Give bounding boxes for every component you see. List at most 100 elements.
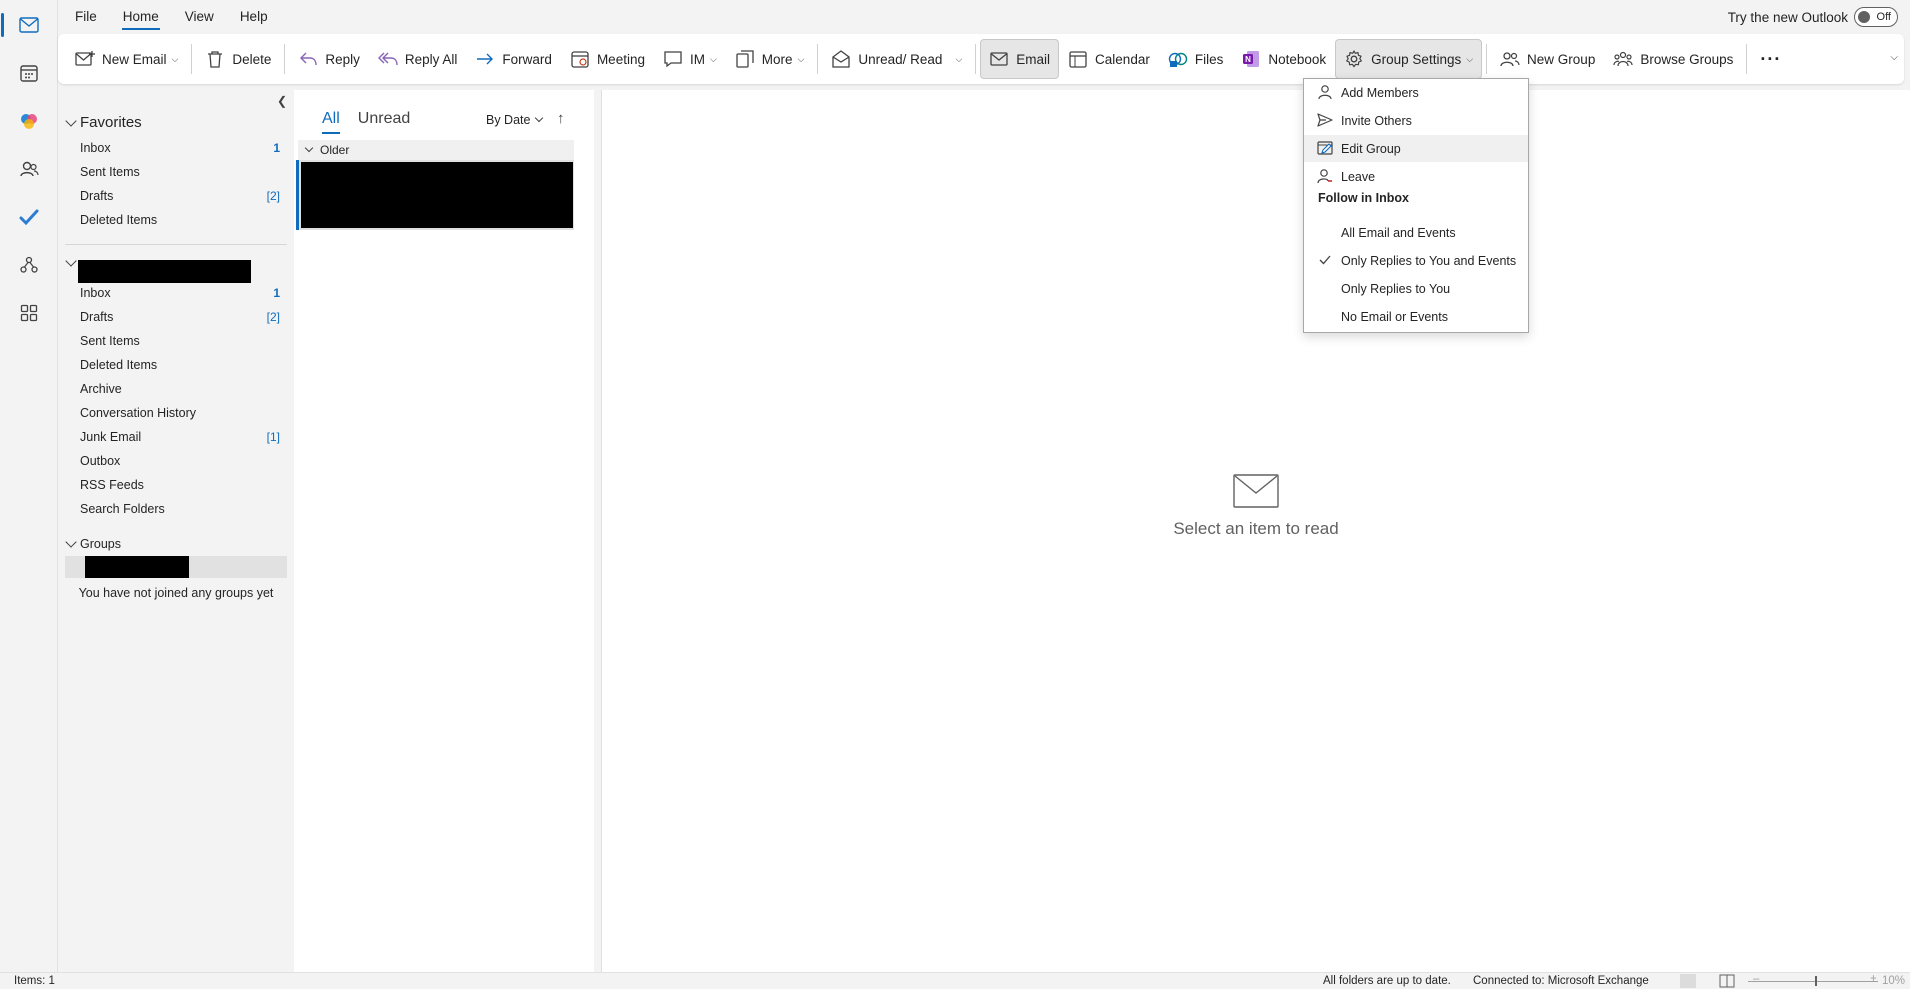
folder-drafts[interactable]: Drafts [2]	[80, 310, 280, 324]
copilot-icon[interactable]	[13, 105, 45, 137]
folder-favorites-drafts[interactable]: Drafts [2]	[80, 189, 280, 203]
message-group-label: Older	[320, 143, 350, 157]
folder-sent-items[interactable]: Sent Items	[80, 334, 280, 348]
follow-option-all-email-events[interactable]: All Email and Events	[1304, 219, 1528, 246]
folder-conversation-history[interactable]: Conversation History	[80, 406, 280, 420]
tab-file[interactable]: File	[62, 0, 110, 34]
sort-dropdown[interactable]: By Date	[486, 113, 544, 127]
menu-item-add-members[interactable]: Add Members	[1304, 79, 1528, 106]
group-settings-button[interactable]: Group Settings ⌵	[1335, 39, 1483, 79]
people-icon[interactable]	[13, 153, 45, 185]
folder-favorites-inbox[interactable]: Inbox 1	[80, 141, 280, 155]
groups-header[interactable]: Groups	[65, 536, 121, 551]
reply-all-label: Reply All	[404, 51, 458, 67]
draft-count: [2]	[266, 310, 280, 324]
new-email-button[interactable]: New Email ⌵	[66, 39, 187, 79]
files-button[interactable]: Files	[1159, 39, 1233, 79]
account-header[interactable]	[65, 255, 77, 267]
zoom-out-button[interactable]: –	[1753, 973, 1759, 985]
message-list-item[interactable]	[296, 160, 574, 230]
draft-count: [2]	[266, 189, 280, 203]
files-label: Files	[1194, 51, 1224, 67]
favorites-title: Favorites	[80, 114, 142, 131]
meeting-button[interactable]: Meeting	[561, 39, 654, 79]
im-button[interactable]: IM ⌵	[654, 39, 726, 79]
redacted-group-name	[85, 556, 189, 578]
follow-option-replies-and-events[interactable]: Only Replies to You and Events	[1304, 247, 1528, 274]
reply-all-button[interactable]: Reply All	[369, 39, 467, 79]
ribbon-expand-icon[interactable]: ⌵	[1890, 52, 1898, 63]
more-options-icon[interactable]: ···	[1751, 39, 1790, 79]
folder-label: Deleted Items	[80, 358, 158, 372]
forward-button[interactable]: Forward	[466, 39, 561, 79]
reply-all-icon	[377, 49, 398, 69]
folder-label: RSS Feeds	[80, 478, 144, 492]
sort-direction-icon[interactable]: ↑	[557, 110, 565, 127]
folder-rss-feeds[interactable]: RSS Feeds	[80, 478, 280, 492]
groups-icon[interactable]	[13, 249, 45, 281]
notebook-button[interactable]: N Notebook	[1232, 39, 1335, 79]
ribbon-separator	[191, 44, 193, 74]
sort-label: By Date	[486, 113, 531, 127]
folder-inbox[interactable]: Inbox 1	[80, 286, 280, 300]
browse-groups-button[interactable]: Browse Groups	[1604, 39, 1742, 79]
menu-item-leave[interactable]: Leave	[1304, 163, 1528, 190]
new-group-button[interactable]: New Group	[1491, 39, 1604, 79]
selected-group-item[interactable]	[65, 556, 287, 578]
folder-favorites-deleted[interactable]: Deleted Items	[80, 213, 280, 227]
zoom-in-button[interactable]: +	[1870, 973, 1877, 985]
zoom-level[interactable]: 10%	[1882, 975, 1905, 987]
zoom-slider-thumb[interactable]	[1815, 976, 1817, 986]
chevron-down-icon[interactable]: ⌵	[172, 54, 179, 65]
notebook-label: Notebook	[1268, 51, 1327, 67]
unread-count: 1	[273, 141, 280, 155]
folder-search-folders[interactable]: Search Folders	[80, 502, 280, 516]
folder-label: Deleted Items	[80, 213, 158, 227]
mail-icon[interactable]	[1, 9, 45, 41]
reply-button[interactable]: Reply	[289, 39, 369, 79]
reading-view-icon[interactable]	[1719, 974, 1735, 988]
menu-item-invite-others[interactable]: Invite Others	[1304, 107, 1528, 134]
checkmark-icon	[1316, 251, 1334, 269]
tab-home[interactable]: Home	[110, 0, 172, 34]
folder-deleted-items[interactable]: Deleted Items	[80, 358, 280, 372]
ribbon: New Email ⌵ Delete Reply Reply All Forwa…	[58, 34, 1904, 84]
unread-count: 1	[273, 286, 280, 300]
email-button[interactable]: Email	[980, 39, 1060, 79]
tab-view[interactable]: View	[172, 0, 227, 34]
chevron-down-icon	[304, 143, 314, 153]
message-group-header[interactable]: Older	[298, 140, 574, 160]
normal-view-icon[interactable]	[1680, 974, 1696, 988]
try-new-outlook-toggle[interactable]: Off	[1854, 7, 1898, 27]
follow-option-only-replies[interactable]: Only Replies to You	[1304, 275, 1528, 302]
folder-outbox[interactable]: Outbox	[80, 454, 280, 468]
envelope-open-icon	[831, 49, 851, 69]
filter-tab-unread[interactable]: Unread	[358, 110, 410, 134]
calendar-label: Calendar	[1095, 51, 1150, 67]
more-button[interactable]: More ⌵	[726, 39, 814, 79]
todo-icon[interactable]	[13, 201, 45, 233]
favorites-header[interactable]: Favorites	[65, 114, 142, 131]
groups-title: Groups	[80, 537, 121, 551]
unread-read-button[interactable]: Unread/ Read ⌵	[822, 39, 971, 79]
chevron-down-icon[interactable]: ⌵	[955, 54, 962, 65]
gear-icon	[1344, 49, 1364, 69]
menu-item-edit-group[interactable]: Edit Group	[1304, 135, 1528, 162]
envelope-icon	[1233, 474, 1279, 508]
delete-button[interactable]: Delete	[196, 39, 280, 79]
folder-junk-email[interactable]: Junk Email [1]	[80, 430, 280, 444]
group-settings-menu: Add Members Invite Others Edit Group Lea…	[1303, 78, 1529, 333]
collapse-pane-icon[interactable]: ❮	[277, 94, 287, 108]
calendar-button[interactable]: Calendar	[1059, 39, 1159, 79]
folder-favorites-sent[interactable]: Sent Items	[80, 165, 280, 179]
zoom-slider[interactable]	[1748, 981, 1878, 982]
folder-archive[interactable]: Archive	[80, 382, 280, 396]
filter-tab-all[interactable]: All	[322, 110, 340, 134]
calendar-icon[interactable]	[13, 57, 45, 89]
follow-option-no-email[interactable]: No Email or Events	[1304, 303, 1528, 330]
new-group-label: New Group	[1527, 51, 1596, 67]
menu-item-label: Edit Group	[1341, 141, 1401, 156]
tab-help[interactable]: Help	[227, 0, 281, 34]
apps-icon[interactable]	[13, 297, 45, 329]
new-group-icon	[1500, 49, 1520, 69]
